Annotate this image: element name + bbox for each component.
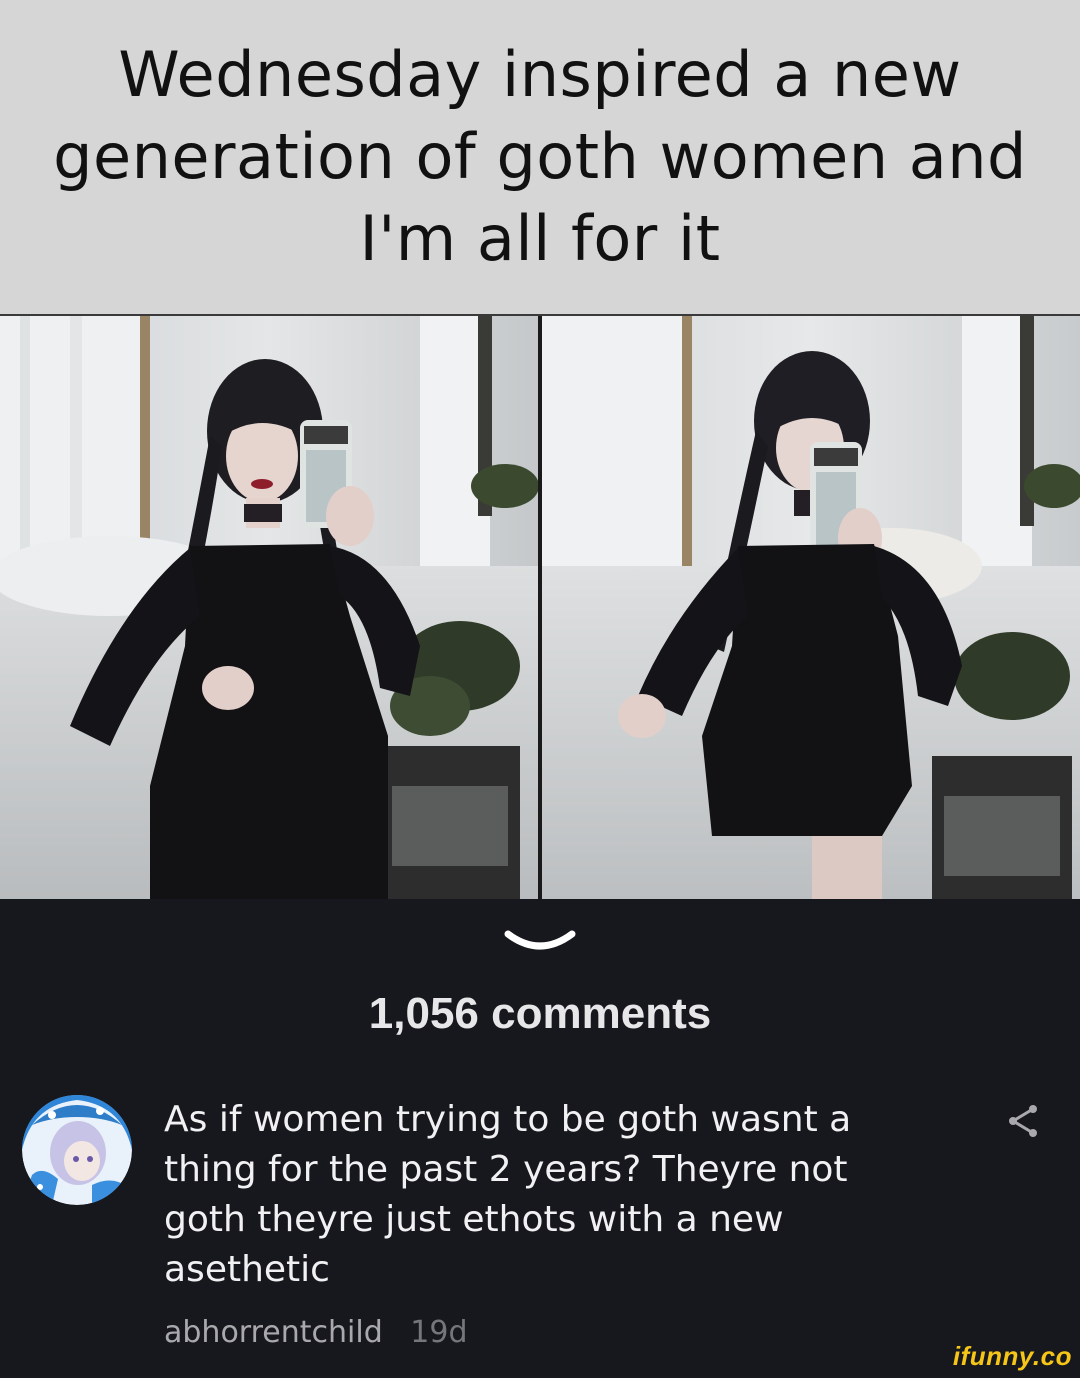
comment-meta: abhorrentchild 19d [164, 1313, 924, 1353]
avatar-illustration [22, 1095, 132, 1205]
comments-count: 1,056 comments [368, 989, 712, 1038]
share-icon[interactable] [1006, 1103, 1042, 1139]
photo-left-illustration [0, 316, 538, 899]
meme-caption: Wednesday inspired a new generation of g… [0, 0, 1080, 316]
chevron-down-icon[interactable] [500, 922, 580, 962]
photo-left[interactable] [0, 316, 538, 899]
meme-page: Wednesday inspired a new generation of g… [0, 0, 1080, 1378]
comment-body: As if women trying to be goth wasnt a th… [164, 1095, 924, 1353]
avatar[interactable] [22, 1095, 132, 1205]
photo-right-illustration [542, 316, 1080, 899]
comment-item[interactable]: As if women trying to be goth wasnt a th… [22, 1095, 1062, 1355]
photo-right[interactable] [542, 316, 1080, 899]
comment-age: 19d [410, 1315, 468, 1350]
watermark-logo: ifunny.co [952, 1341, 1072, 1371]
comment-text: As if women trying to be goth wasnt a th… [164, 1099, 852, 1290]
photo-pair[interactable] [0, 316, 1080, 899]
caption-text: Wednesday inspired a new generation of g… [53, 38, 1027, 275]
comment-author[interactable]: abhorrentchild [164, 1315, 383, 1350]
